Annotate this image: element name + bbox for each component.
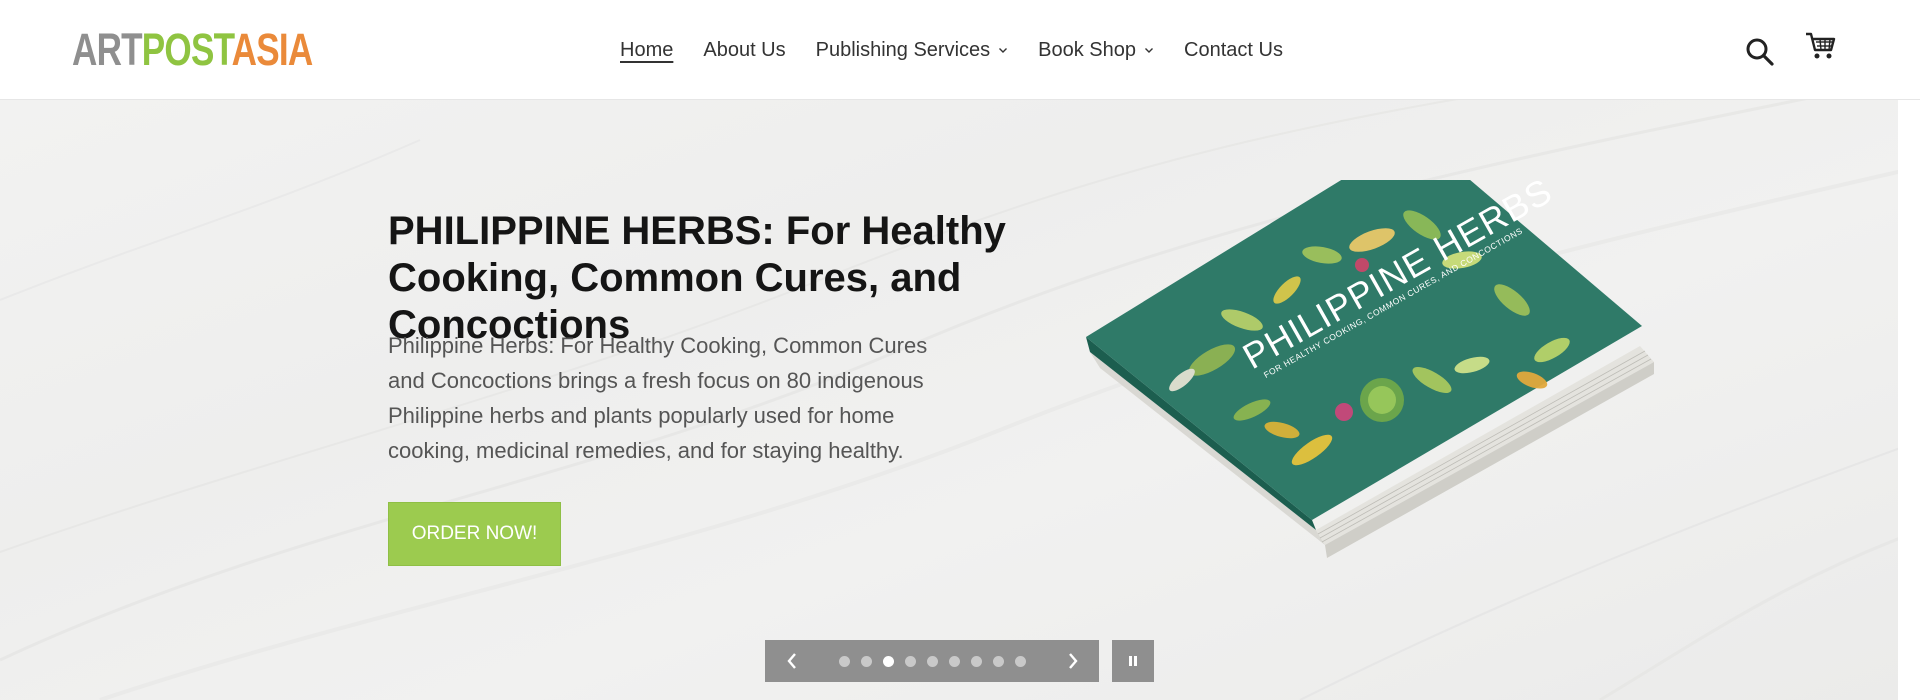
search-icon xyxy=(1746,38,1774,66)
slide-dot-4[interactable] xyxy=(905,655,916,667)
cart-icon xyxy=(1806,32,1836,59)
logo-art: ART xyxy=(72,24,143,75)
site-header: ARTPOSTASIA Home About Us Publishing Ser… xyxy=(0,0,1920,100)
nav-item-label: Publishing Services xyxy=(815,38,991,61)
nav-item-home[interactable]: Home xyxy=(620,39,673,62)
page-edge-strip xyxy=(1898,100,1920,700)
chevron-down-icon xyxy=(1145,48,1154,53)
nav-item-label: About Us xyxy=(703,38,786,61)
nav-item-contact-us[interactable]: Contact Us xyxy=(1184,39,1283,62)
site-logo[interactable]: ARTPOSTASIA xyxy=(72,24,314,75)
search-button[interactable] xyxy=(1744,36,1776,68)
slide-dot-5[interactable] xyxy=(927,655,938,667)
next-slide-button[interactable] xyxy=(1056,640,1090,682)
slideshow-controls xyxy=(765,640,1099,682)
nav-item-label: Home xyxy=(620,38,674,61)
book-cover-image: PHILIPPINE HERBS FOR HEALTHY COOKING, CO… xyxy=(1086,180,1654,558)
slide-dot-2[interactable] xyxy=(861,655,872,667)
nav-item-label: Book Shop xyxy=(1038,38,1137,61)
chevron-left-icon xyxy=(787,653,796,669)
slide-dot-6[interactable] xyxy=(949,655,960,667)
chevron-right-icon xyxy=(1069,653,1078,669)
slide-dot-7[interactable] xyxy=(971,655,982,667)
slide-dot-9[interactable] xyxy=(1015,655,1026,667)
nav-item-publishing-services[interactable]: Publishing Services xyxy=(816,39,1009,62)
cart-button[interactable] xyxy=(1804,30,1838,62)
logo-asia: ASIA xyxy=(231,24,314,75)
slide-dot-3[interactable] xyxy=(883,655,894,667)
logo-post: POST xyxy=(141,24,233,75)
order-now-button[interactable]: ORDER NOW! xyxy=(388,502,561,566)
hero-description: Philippine Herbs: For Healthy Cooking, C… xyxy=(388,333,928,463)
nav-item-label: Contact Us xyxy=(1184,38,1283,61)
pause-icon xyxy=(1129,656,1137,666)
slide-dots xyxy=(839,655,1026,667)
chevron-down-icon xyxy=(999,48,1008,53)
main-nav: Home About Us Publishing Services Book S… xyxy=(620,0,1283,100)
nav-item-about-us[interactable]: About Us xyxy=(703,39,785,62)
previous-slide-button[interactable] xyxy=(775,640,809,682)
pause-slideshow-button[interactable] xyxy=(1112,640,1154,682)
nav-item-book-shop[interactable]: Book Shop xyxy=(1038,39,1154,62)
slide-dot-1[interactable] xyxy=(839,655,850,667)
slide-dot-8[interactable] xyxy=(993,655,1004,667)
hero-slideshow: PHILIPPINE HERBS: For Healthy Cooking, C… xyxy=(0,100,1898,700)
